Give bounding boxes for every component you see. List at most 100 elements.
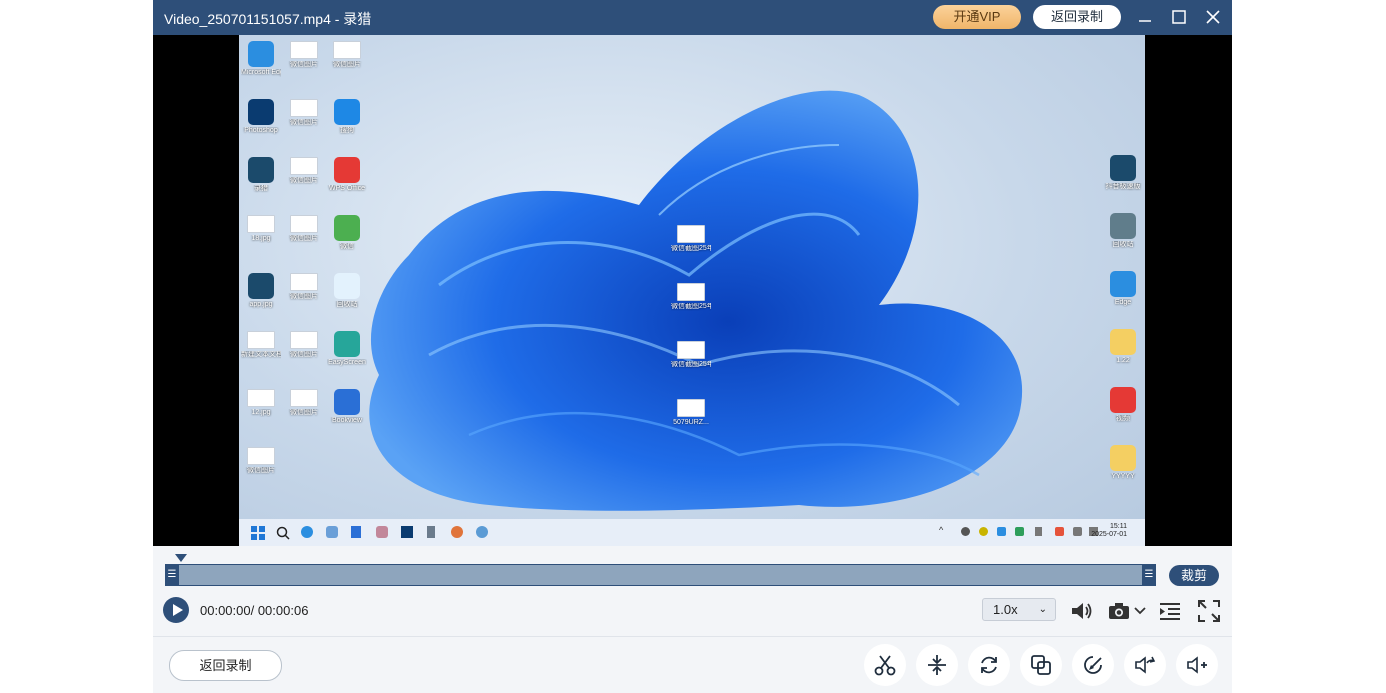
- playlist-icon[interactable]: [1157, 598, 1183, 624]
- desktop-icon: app.jpg: [241, 273, 281, 309]
- desktop-icon: Edge: [1103, 271, 1143, 307]
- desktop-icon: 微信图片: [284, 273, 324, 301]
- desktop-screenshot-icon: 微信截图25年06月26...: [671, 283, 711, 311]
- edit-icon: [1084, 656, 1102, 674]
- speed-select[interactable]: 1.0x ⌄: [982, 598, 1056, 621]
- desktop-icon-image: [290, 389, 318, 407]
- desktop-icon-image: [334, 99, 360, 125]
- camera-icon[interactable]: [1107, 598, 1133, 624]
- desktop-icon-image: [247, 447, 275, 465]
- taskbar-app-icon: [301, 526, 313, 538]
- maximize-icon[interactable]: [1170, 8, 1188, 26]
- taskbar-app-icon: [451, 526, 463, 538]
- desktop-icon: 搜狗: [327, 99, 367, 135]
- desktop-icon-image: [334, 331, 360, 357]
- desktop-screenshot-icon-label: 微信截图25年06月26...: [671, 303, 711, 310]
- desktop-icon: 微信图片: [241, 447, 281, 475]
- desktop-icon: 视频: [1103, 387, 1143, 423]
- desktop-icon-image: [1110, 213, 1136, 239]
- playback-controls: 00:00:00/ 00:00:06 1.0x ⌄: [153, 591, 1232, 636]
- timeline: ☰ ☰ 裁剪: [153, 546, 1232, 591]
- desktop-icon: 微信图片: [284, 41, 324, 69]
- trim-end-handle[interactable]: ☰: [1142, 564, 1156, 586]
- scissors-icon: [874, 655, 896, 676]
- play-button[interactable]: [163, 597, 189, 623]
- add-audio-tool-button[interactable]: [1176, 644, 1218, 686]
- edit-tool-button[interactable]: [1072, 644, 1114, 686]
- desktop-icon: Photoshop: [241, 99, 281, 135]
- desktop-icon-label: 录猎: [254, 185, 268, 192]
- desktop-icon: 12.jpg: [241, 389, 281, 417]
- desktop-icon: 1.22: [1103, 329, 1143, 365]
- playhead-marker[interactable]: [175, 554, 187, 564]
- camera-options-chevron-icon[interactable]: [1134, 607, 1146, 615]
- desktop-icon-image: [247, 331, 275, 349]
- taskbar-app-icon: [351, 526, 361, 538]
- audio-extract-tool-button[interactable]: [1124, 644, 1166, 686]
- desktop-icon-label: 微信图片: [290, 235, 318, 242]
- desktop-taskbar: ^ 15:11 2025-07-01: [239, 519, 1145, 546]
- taskbar-app-icon: [401, 526, 413, 538]
- rotate-icon: [981, 656, 997, 674]
- video-frame: Microsoft Edge微信图片微信图片Photoshop微信图片搜狗录猎微…: [239, 35, 1145, 546]
- window-title: Video_250701151057.mp4 - 录猎: [164, 11, 372, 27]
- desktop-icon: WPS Office: [327, 157, 367, 193]
- desktop-icon-image: [1110, 445, 1136, 471]
- desktop-screenshot-icon-label: 微信截图25年06月26...: [671, 245, 711, 252]
- crop-button[interactable]: 裁剪: [1169, 565, 1219, 586]
- back-to-record-button-top[interactable]: 返回录制: [1033, 5, 1121, 29]
- app-window: Video_250701151057.mp4 - 录猎 开通VIP 返回录制 M…: [153, 0, 1232, 693]
- compress-tool-button[interactable]: [916, 644, 958, 686]
- trim-start-handle[interactable]: ☰: [165, 564, 179, 586]
- desktop-icon-label: 视频: [1116, 415, 1130, 422]
- desktop-icon-label: 微信图片: [290, 293, 318, 300]
- desktop-icon-image: [290, 331, 318, 349]
- desktop-icon-label: 1.22: [1116, 357, 1130, 364]
- desktop-icon: 微信图片: [284, 215, 324, 243]
- timeline-track[interactable]: [165, 564, 1156, 586]
- fullscreen-icon[interactable]: [1196, 598, 1222, 624]
- desktop-icon: 回收站: [1103, 213, 1143, 249]
- minimize-icon[interactable]: [1136, 8, 1154, 26]
- desktop-icon-image: [248, 273, 274, 299]
- desktop-icon-image: [334, 157, 360, 183]
- desktop-icon: 微信图片: [284, 99, 324, 127]
- desktop-screenshot-icon-image: [677, 399, 705, 417]
- taskbar-clock: 15:11 2025-07-01: [1087, 523, 1127, 539]
- close-icon[interactable]: [1204, 8, 1222, 26]
- play-icon: [173, 604, 183, 616]
- desktop-icon-label: 回收站: [336, 301, 358, 308]
- desktop-screenshot-icon: 微信截图25年06月26...: [671, 225, 711, 253]
- desktop-icon-image: [290, 41, 318, 59]
- vip-button[interactable]: 开通VIP: [933, 5, 1021, 29]
- cut-tool-button[interactable]: [864, 644, 906, 686]
- back-to-record-button[interactable]: 返回录制: [169, 650, 282, 681]
- desktop-icon-label: Edge: [1114, 299, 1132, 306]
- desktop-icon-image: [334, 273, 360, 299]
- desktop-screenshot-icon-label: 微信截图25年06月26...: [671, 361, 711, 368]
- video-player[interactable]: Microsoft Edge微信图片微信图片Photoshop微信图片搜狗录猎微…: [153, 35, 1232, 546]
- desktop-icon: YYYYY: [1103, 445, 1143, 481]
- audio-extract-icon: [1135, 656, 1156, 674]
- desktop-screenshot-icon-label: 5079URZ...: [673, 419, 709, 426]
- desktop-icon: 微信图片: [284, 389, 324, 417]
- desktop-icon-label: 微信图片: [290, 351, 318, 358]
- desktop-icon-label: 回收站: [1112, 241, 1134, 248]
- desktop-icon-image: [290, 99, 318, 117]
- desktop-icon-image: [248, 41, 274, 67]
- volume-icon[interactable]: [1068, 598, 1094, 624]
- add-audio-icon: [1187, 656, 1207, 674]
- taskbar-app-icon: [326, 526, 338, 538]
- desktop-screenshot-icon-image: [677, 283, 705, 301]
- desktop-screenshot-icon-image: [677, 225, 705, 243]
- desktop-icon: 微信图片: [284, 157, 324, 185]
- compress-icon: [928, 655, 946, 675]
- bottom-toolbar: 返回录制: [153, 637, 1232, 693]
- taskbar-app-icon: [476, 526, 488, 538]
- desktop-icon-label: 12.jpg: [251, 409, 271, 416]
- merge-tool-button[interactable]: [1020, 644, 1062, 686]
- desktop-icon: Microsoft Edge: [241, 41, 281, 77]
- desktop-icon: 微信图片: [327, 41, 367, 69]
- clock-date: 2025-07-01: [1091, 531, 1127, 538]
- rotate-tool-button[interactable]: [968, 644, 1010, 686]
